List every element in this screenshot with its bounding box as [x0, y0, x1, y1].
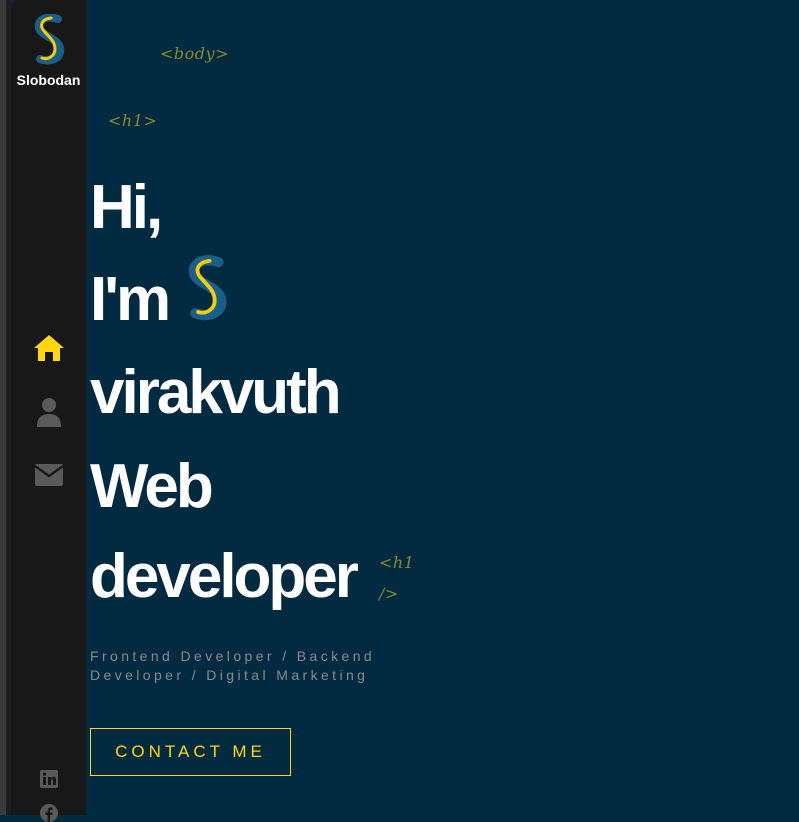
nav-home[interactable]: [11, 334, 86, 362]
sidebar: Slobodan: [11, 0, 86, 822]
h1-open-tag: <h1>: [108, 111, 158, 130]
h1-close-tag-b: />: [379, 584, 399, 603]
home-icon: [33, 335, 64, 361]
logo-s-icon: [34, 14, 64, 65]
heading-line-web: Web: [90, 452, 214, 521]
social-linkedin[interactable]: [11, 770, 86, 788]
contact-me-button[interactable]: CONTACT ME: [90, 728, 291, 776]
h1-close-tag-a: <h1: [379, 553, 415, 572]
nav-about[interactable]: [11, 397, 86, 427]
heading-line-im: I'm: [90, 265, 171, 334]
nav-contact[interactable]: [11, 464, 86, 486]
heading-line-name: virakvuth: [90, 358, 342, 427]
window-edge: [0, 0, 11, 815]
logo-s-icon: [188, 255, 227, 321]
social-facebook[interactable]: [11, 804, 86, 822]
body-open-tag: <body>: [160, 44, 229, 63]
linkedin-icon: [39, 770, 58, 788]
logo-text: Slobodan: [16, 72, 81, 88]
hero-subtitle: Frontend Developer / Backend Developer /…: [90, 648, 376, 683]
heading-line-developer: developer: [90, 542, 359, 611]
heading-line-hi: Hi,: [90, 173, 163, 242]
facebook-icon: [39, 804, 58, 822]
envelope-icon: [34, 464, 63, 486]
user-icon: [36, 398, 61, 427]
logo[interactable]: Slobodan: [11, 14, 86, 88]
